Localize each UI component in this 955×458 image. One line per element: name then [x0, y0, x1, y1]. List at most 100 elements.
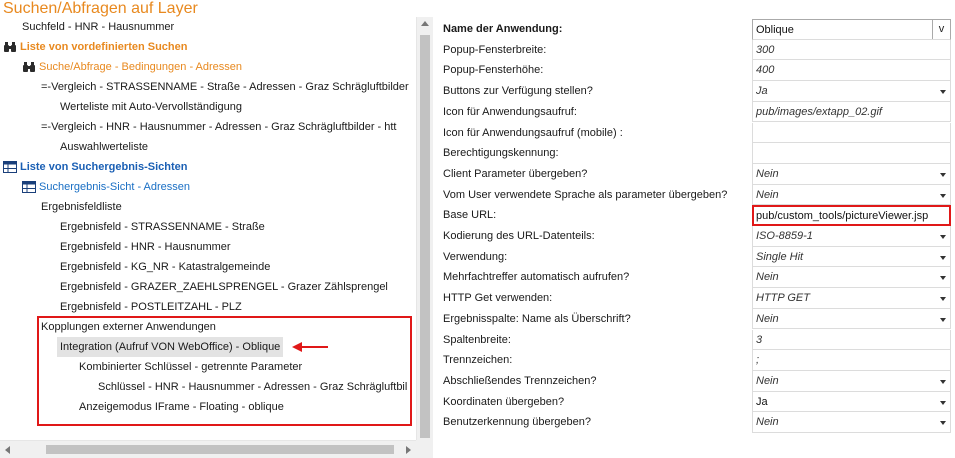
property-value: Nein: [756, 374, 779, 387]
tree-node-result-views[interactable]: Liste von Suchergebnis-Sichten: [3, 157, 187, 177]
tree-node[interactable]: =-Vergleich - STRASSENNAME - Straße - Ad…: [41, 77, 409, 97]
property-value: Nein: [756, 188, 779, 201]
tree-node[interactable]: Ergebnisfeld - STRASSENNAME - Straße: [60, 217, 265, 237]
property-row: Name der Anwendung: Oblique v: [440, 19, 953, 40]
property-value-field[interactable]: [752, 143, 951, 164]
property-row: Koordinaten übergeben? Ja: [440, 391, 953, 413]
panel-title: Suchen/Abfragen auf Layer: [3, 0, 198, 17]
property-label: Popup-Fensterbreite:: [443, 43, 547, 56]
property-dropdown[interactable]: HTTP GET: [752, 288, 951, 309]
property-dropdown[interactable]: Nein: [752, 308, 951, 330]
tree-node-label: Liste von vordefinierten Suchen: [20, 41, 188, 53]
property-dropdown[interactable]: ISO-8859-1: [752, 226, 951, 247]
property-label: Buttons zur Verfügung stellen?: [443, 85, 593, 98]
property-dropdown[interactable]: Ja: [752, 81, 951, 102]
property-dropdown[interactable]: Nein: [752, 267, 951, 289]
tree-vertical-scrollbar[interactable]: [416, 17, 433, 440]
property-value-field[interactable]: 3: [752, 329, 951, 351]
tree-node-label: Ergebnisfeld - KG_NR - Katastralgemeinde: [60, 261, 271, 273]
chevron-down-icon[interactable]: [940, 235, 946, 239]
tree-horizontal-scrollbar[interactable]: [0, 440, 416, 458]
tree-node[interactable]: =-Vergleich - HNR - Hausnummer - Adresse…: [41, 117, 397, 137]
tree-node[interactable]: Ergebnisfeld - HNR - Hausnummer: [60, 237, 231, 257]
property-row: Benutzerkennung übergeben? Nein: [440, 412, 953, 433]
property-value-field[interactable]: Oblique v: [752, 19, 951, 40]
property-value-field[interactable]: pub/images/extapp_02.gif: [752, 101, 951, 123]
app-select-button[interactable]: v: [932, 20, 950, 39]
chevron-down-icon[interactable]: [940, 172, 946, 177]
property-dropdown[interactable]: Nein: [752, 370, 951, 392]
property-value: Nein: [756, 312, 779, 325]
property-label: Berechtigungskennung:: [443, 147, 559, 160]
tree-node[interactable]: Ergebnisfeld - KG_NR - Katastralgemeinde: [60, 257, 270, 277]
property-dropdown[interactable]: Ja: [752, 391, 951, 413]
property-dropdown[interactable]: Nein: [752, 163, 951, 185]
property-row: Trennzeichen:;: [440, 350, 953, 371]
tree-node[interactable]: Auswahlwerteliste: [60, 137, 148, 157]
property-dropdown[interactable]: Single Hit: [752, 246, 951, 268]
property-label: Kodierung des URL-Datenteils:: [443, 230, 595, 242]
chevron-down-icon[interactable]: [940, 421, 946, 426]
scroll-right-icon[interactable]: [406, 446, 411, 454]
property-value: Oblique: [756, 24, 794, 36]
property-row: Kodierung des URL-Datenteils: ISO-8859-1: [440, 226, 953, 247]
tree-node-label: Ergebnisfeld - POSTLEITZAHL - PLZ: [60, 301, 242, 313]
tree-node-label: Suche/Abfrage - Bedingungen - Adressen: [39, 61, 243, 73]
tree-node-result-view-addresses[interactable]: Suchergebnis-Sicht - Adressen: [22, 177, 190, 197]
property-value: HTTP GET: [756, 292, 810, 305]
property-label: Benutzerkennung übergeben?: [443, 416, 592, 429]
property-value-field[interactable]: ;: [752, 350, 951, 371]
chevron-down-icon[interactable]: [940, 255, 946, 260]
property-row: Popup-Fensterbreite: 300: [440, 39, 953, 61]
property-label: Popup-Fensterhöhe:: [443, 64, 544, 77]
chevron-down-icon[interactable]: [940, 276, 946, 281]
tree-node[interactable]: Ergebnisfeld - POSTLEITZAHL - PLZ: [60, 297, 242, 317]
property-row: Icon für Anwendungsaufruf: pub/images/ext…: [440, 101, 953, 123]
property-value: 300: [756, 43, 775, 56]
property-label: Base URL:: [443, 209, 497, 222]
property-value-field[interactable]: pub/custom_tools/pictureViewer.jsp: [752, 205, 951, 226]
chevron-down-icon[interactable]: [940, 379, 946, 384]
property-label: Client Parameter übergeben?: [443, 167, 588, 180]
tree-node-label: =-Vergleich - HNR - Hausnummer - Adresse…: [41, 121, 397, 133]
scroll-up-icon[interactable]: [421, 21, 429, 26]
tree-node[interactable]: Suchfeld - HNR - Hausnummer: [22, 17, 174, 37]
property-value-field[interactable]: 400: [752, 60, 951, 82]
property-row: Mehrfachtreffer automatisch aufrufen? Nei…: [440, 267, 953, 289]
chevron-down-icon[interactable]: [940, 90, 946, 95]
tree-node-label: Werteliste mit Auto-Vervollständigung: [60, 101, 242, 113]
tree-node-label: Auswahlwerteliste: [60, 141, 149, 153]
property-label: Spaltenbreite:: [443, 333, 511, 346]
tree-node-predefined-searches[interactable]: Liste von vordefinierten Suchen: [3, 37, 187, 57]
property-value: ISO-8859-1: [756, 230, 813, 242]
tree-node-label: =-Vergleich - STRASSENNAME - Straße - Ad…: [41, 81, 409, 93]
property-value: Single Hit: [756, 250, 804, 263]
property-row: Popup-Fensterhöhe: 400: [440, 60, 953, 82]
tree-node-search-conditions[interactable]: Suche/Abfrage - Bedingungen - Adressen: [22, 57, 242, 77]
property-label: Verwendung:: [443, 250, 508, 263]
property-row: Spaltenbreite: 3: [440, 329, 953, 351]
scroll-left-icon[interactable]: [5, 446, 10, 454]
tree-node[interactable]: Ergebnisfeldliste: [41, 197, 122, 217]
property-value: pub/images/extapp_02.gif: [756, 105, 882, 118]
tree-node[interactable]: Ergebnisfeld - GRAZER_ZAEHLSPRENGEL - Gr…: [60, 277, 388, 297]
property-dropdown[interactable]: Nein: [752, 412, 951, 433]
property-value-field[interactable]: [752, 122, 951, 144]
chevron-down-icon[interactable]: [940, 317, 946, 322]
tree-panel: Suchen/Abfragen auf Layer Suchfeld - HNR…: [0, 0, 416, 440]
tree-node-label: Ergebnisfeld - GRAZER_ZAEHLSPRENGEL - Gr…: [60, 281, 388, 293]
property-label: Icon für Anwendungsaufruf (mobile) :: [443, 126, 623, 139]
annotation-arrow-icon: [292, 342, 328, 352]
scroll-thumb[interactable]: [420, 35, 430, 438]
tree-node[interactable]: Werteliste mit Auto-Vervollständigung: [60, 97, 242, 117]
property-dropdown[interactable]: Nein: [752, 184, 951, 206]
tree-node-label: Ergebnisfeldliste: [41, 201, 122, 213]
property-value-field[interactable]: 300: [752, 39, 951, 61]
property-value: Ja: [756, 85, 768, 98]
scroll-thumb[interactable]: [46, 445, 394, 454]
chevron-down-icon[interactable]: [940, 297, 946, 302]
property-value: Nein: [756, 416, 779, 429]
chevron-down-icon[interactable]: [940, 193, 946, 198]
chevron-down-icon[interactable]: [940, 400, 946, 405]
property-row: Verwendung: Single Hit: [440, 246, 953, 268]
